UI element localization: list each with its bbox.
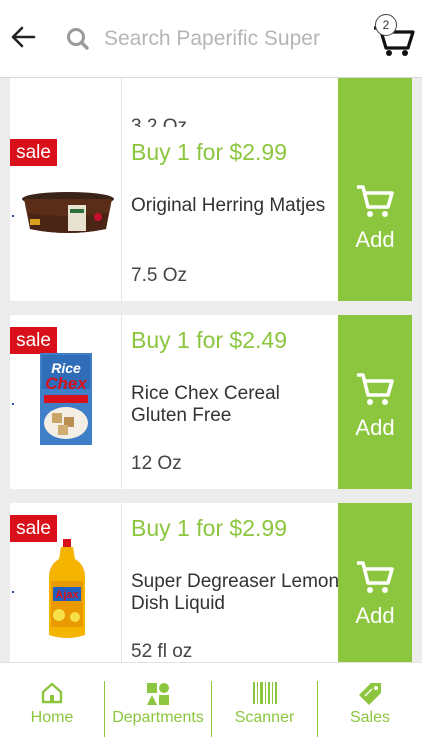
back-button[interactable] (8, 22, 38, 52)
herring-tub-image (22, 192, 114, 233)
cereal-box-image: Rice Chex (40, 353, 92, 445)
nav-home-label: Home (30, 709, 74, 726)
product-card: sale Ajax Buy 1 for $2.99 Super Degrease… (10, 503, 412, 662)
product-name[interactable]: Super Degreaser Lemon Dish Liquid (131, 571, 341, 615)
add-button-label: Add (355, 227, 395, 252)
nav-scanner[interactable]: Scanner (212, 663, 317, 750)
add-to-cart-button[interactable]: Add (338, 503, 412, 662)
marker-dot (12, 403, 14, 405)
nav-sales[interactable]: Sales (318, 663, 422, 750)
product-price: Buy 1 for $2.99 (131, 515, 287, 541)
add-button-label: Add (355, 415, 395, 440)
product-name[interactable]: Rice Chex Cereal Gluten Free (131, 383, 341, 427)
cart-icon (357, 561, 394, 593)
product-name[interactable]: Original Herring Matjes (131, 195, 341, 217)
add-button-label: Add (355, 603, 395, 628)
nav-scanner-label: Scanner (234, 709, 295, 726)
cart-button[interactable]: 2 (372, 10, 416, 58)
product-list: 3.2 Oz sale Buy 1 for $2.99 Original Her… (0, 78, 422, 662)
search-icon (67, 28, 89, 50)
barcode-icon (253, 682, 277, 704)
search-input[interactable] (104, 20, 340, 58)
product-price: Buy 1 for $2.49 (131, 327, 287, 353)
nav-sales-label: Sales (349, 709, 391, 726)
product-image-cell[interactable]: sale Ajax (10, 503, 122, 662)
svg-text:Chex: Chex (45, 374, 88, 393)
top-bar: 2 (0, 0, 422, 78)
back-arrow-icon (11, 26, 36, 48)
bottom-navigation: Home Departments Scanner Sales (0, 662, 422, 750)
sale-tag-icon (359, 683, 381, 705)
sale-badge: sale (10, 139, 57, 166)
product-size: 12 Oz (131, 453, 182, 474)
sale-badge: sale (10, 327, 57, 354)
product-image-cell[interactable]: sale (10, 127, 122, 301)
product-card: sale Buy 1 for $2.99 Original Herring Ma… (10, 127, 412, 301)
product-card: sale Rice Chex Buy 1 for $2.49 Rice Chex… (10, 315, 412, 489)
product-size: 52 fl oz (131, 641, 193, 662)
marker-dot (12, 591, 14, 593)
add-to-cart-button[interactable]: Add (338, 315, 412, 489)
svg-text:Ajax: Ajax (55, 589, 79, 601)
dish-liquid-bottle-image: Ajax (49, 539, 85, 638)
departments-icon (147, 683, 169, 705)
cart-icon (357, 185, 394, 217)
cart-count-badge: 2 (375, 14, 397, 36)
nav-departments-label: Departments (112, 709, 204, 726)
add-to-cart-button[interactable]: Add (338, 127, 412, 301)
cart-icon (357, 373, 394, 405)
product-size: 7.5 Oz (131, 265, 187, 286)
product-price: Buy 1 for $2.99 (131, 139, 287, 165)
marker-dot (12, 215, 14, 217)
nav-home[interactable]: Home (0, 663, 104, 750)
nav-departments[interactable]: Departments (105, 663, 211, 750)
home-icon (41, 682, 63, 704)
product-image-cell[interactable]: sale Rice Chex (10, 315, 122, 489)
